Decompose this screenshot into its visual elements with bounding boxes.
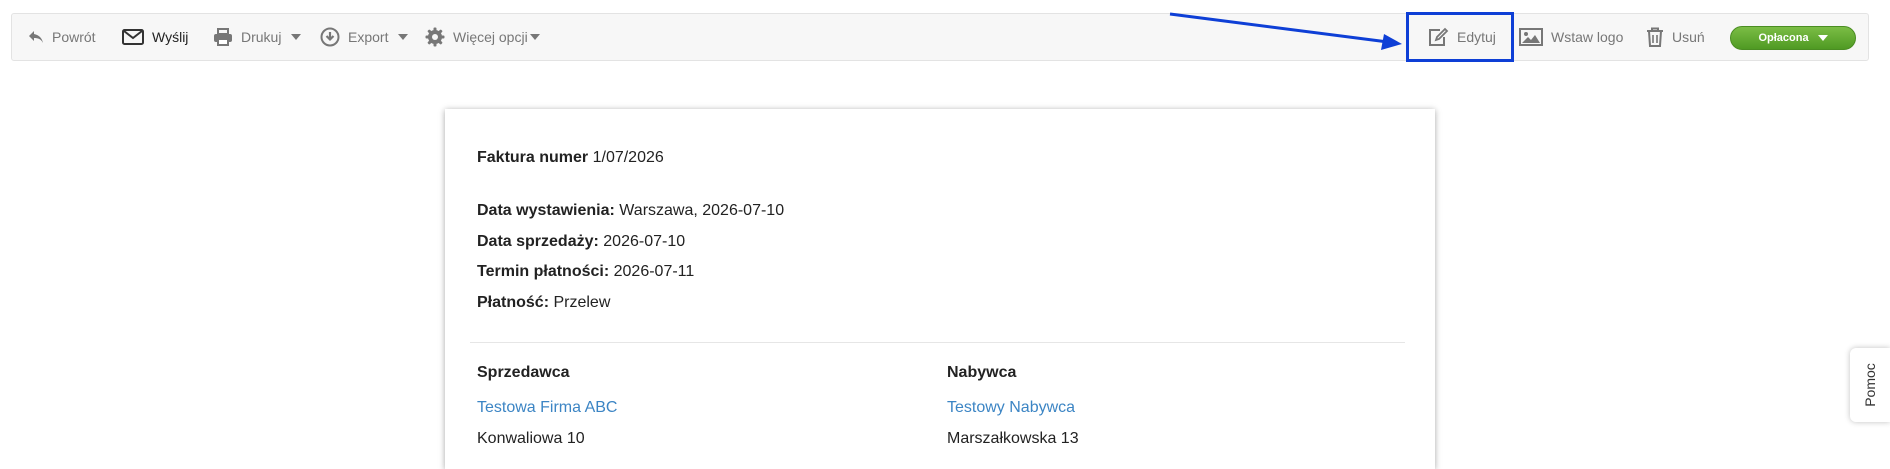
buyer-name-link[interactable]: Testowy Nabywca bbox=[947, 399, 1075, 417]
print-button[interactable]: Drukuj bbox=[213, 14, 302, 60]
payment-method-label: Płatność: bbox=[477, 294, 550, 311]
payment-method-line: Płatność: Przelew bbox=[477, 294, 610, 312]
seller-heading: Sprzedawca bbox=[477, 364, 570, 381]
help-tab-label: Pomoc bbox=[1862, 363, 1879, 407]
trash-icon bbox=[1647, 27, 1663, 47]
printer-icon bbox=[214, 28, 232, 46]
issue-date-value: Warszawa, 2026-07-10 bbox=[619, 202, 785, 219]
back-button[interactable]: Powrót bbox=[28, 14, 96, 60]
help-tab[interactable]: Pomoc bbox=[1850, 348, 1890, 422]
issue-date-line: Data wystawienia: Warszawa, 2026-07-10 bbox=[477, 202, 784, 220]
export-label: Export bbox=[348, 29, 389, 45]
sale-date-line: Data sprzedaży: 2026-07-10 bbox=[477, 233, 685, 251]
image-icon bbox=[1519, 28, 1543, 46]
delete-label: Usuń bbox=[1672, 29, 1705, 45]
due-date-line: Termin płatności: 2026-07-11 bbox=[477, 263, 694, 281]
chevron-down-icon bbox=[398, 34, 409, 40]
reply-arrow-icon bbox=[29, 31, 43, 43]
due-date-value: 2026-07-11 bbox=[613, 263, 695, 280]
seller-name-link[interactable]: Testowa Firma ABC bbox=[477, 399, 617, 417]
chevron-down-icon bbox=[291, 34, 302, 40]
invoice-number-label: Faktura numer bbox=[477, 149, 589, 166]
due-date-label: Termin płatności: bbox=[477, 263, 610, 280]
download-circle-icon bbox=[320, 27, 340, 47]
insert-logo-label: Wstaw logo bbox=[1551, 29, 1624, 45]
status-label: Opłacona bbox=[1758, 32, 1809, 44]
sale-date-value: 2026-07-10 bbox=[603, 233, 686, 250]
invoice-number-line: Faktura numer 1/07/2026 bbox=[477, 149, 664, 167]
buyer-heading: Nabywca bbox=[947, 364, 1017, 381]
gear-icon bbox=[425, 27, 445, 47]
section-divider bbox=[470, 342, 1405, 343]
invoice-toolbar: Powrót Wyślij Drukuj Export Więcej opcji… bbox=[11, 13, 1869, 61]
more-options-label: Więcej opcji bbox=[453, 29, 528, 45]
annotation-highlight-box bbox=[1406, 12, 1514, 62]
more-options-button[interactable]: Więcej opcji bbox=[425, 14, 540, 60]
sale-date-label: Data sprzedaży: bbox=[477, 233, 599, 250]
envelope-icon bbox=[122, 29, 144, 45]
chevron-down-icon bbox=[1817, 35, 1828, 41]
payment-status-dropdown[interactable]: Opłacona bbox=[1730, 26, 1856, 50]
buyer-address: Marszałkowska 13 bbox=[947, 430, 1079, 447]
seller-address: Konwaliowa 10 bbox=[477, 430, 585, 447]
export-button[interactable]: Export bbox=[320, 14, 409, 60]
back-label: Powrót bbox=[52, 29, 96, 45]
insert-logo-button[interactable]: Wstaw logo bbox=[1519, 14, 1623, 60]
issue-date-label: Data wystawienia: bbox=[477, 202, 615, 219]
send-button[interactable]: Wyślij bbox=[122, 14, 188, 60]
chevron-down-icon bbox=[529, 34, 540, 40]
invoice-number-value: 1/07/2026 bbox=[592, 149, 664, 166]
send-label: Wyślij bbox=[152, 29, 189, 45]
print-label: Drukuj bbox=[241, 29, 282, 45]
invoice-document: Faktura numer 1/07/2026 Data wystawienia… bbox=[445, 109, 1435, 469]
delete-button[interactable]: Usuń bbox=[1646, 14, 1705, 60]
payment-method-value: Przelew bbox=[553, 294, 611, 311]
